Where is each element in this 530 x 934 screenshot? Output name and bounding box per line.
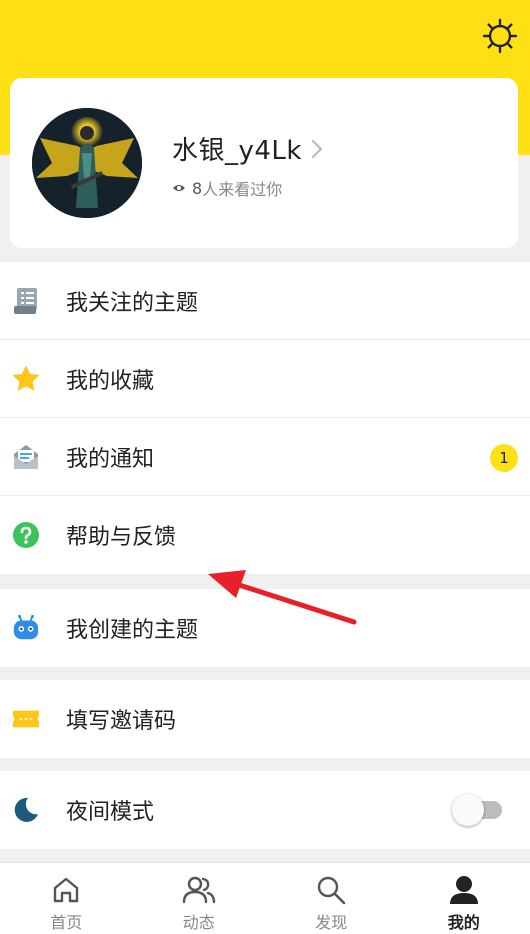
menu-item-notifications[interactable]: 我的通知 1 xyxy=(0,418,530,496)
list-doc-icon xyxy=(12,287,40,315)
menu-item-help-feedback[interactable]: 帮助与反馈 xyxy=(0,496,530,574)
nav-mine[interactable]: 我的 xyxy=(398,863,530,934)
menu-label: 夜间模式 xyxy=(66,800,155,825)
mail-icon xyxy=(12,443,40,471)
menu-group-night: 夜间模式 xyxy=(0,771,530,849)
nav-label: 首页 xyxy=(50,913,83,932)
help-icon xyxy=(12,521,40,549)
username: 水银_y4Lk xyxy=(172,136,302,166)
menu-group-invite: 填写邀请码 xyxy=(0,680,530,758)
menu-item-followed-topics[interactable]: 我关注的主题 xyxy=(0,262,530,340)
menu-label: 我关注的主题 xyxy=(66,290,199,316)
menu-item-night-mode[interactable]: 夜间模式 xyxy=(0,771,530,849)
username-row[interactable]: 水银_y4Lk xyxy=(172,130,324,167)
settings-icon xyxy=(482,18,518,54)
nav-label: 我的 xyxy=(447,913,480,932)
menu-label: 填写邀请码 xyxy=(66,709,177,734)
nav-label: 发现 xyxy=(315,913,348,932)
menu-group-created: 我创建的主题 xyxy=(0,589,530,667)
chevron-right-icon xyxy=(310,138,324,160)
menu-label: 我创建的主题 xyxy=(66,618,199,643)
nav-discover[interactable]: 发现 xyxy=(265,863,398,934)
nav-activity[interactable]: 动态 xyxy=(133,863,266,934)
moon-icon xyxy=(12,796,40,824)
people-icon xyxy=(182,873,216,907)
visitors-label: 人来看过你 xyxy=(202,180,283,199)
user-icon xyxy=(447,873,481,907)
menu-group-main: 我关注的主题 我的收藏 我的通知 1 帮助与反馈 xyxy=(0,262,530,574)
menu-item-created-topics[interactable]: 我创建的主题 xyxy=(0,589,530,667)
home-icon xyxy=(49,873,83,907)
nav-label: 动态 xyxy=(182,913,215,932)
menu-label: 帮助与反馈 xyxy=(66,525,177,550)
star-icon xyxy=(12,365,40,393)
ticket-icon xyxy=(12,705,40,733)
robot-icon xyxy=(12,614,40,642)
nav-home[interactable]: 首页 xyxy=(0,863,133,934)
menu-label: 我的收藏 xyxy=(66,368,155,394)
bottom-nav: 首页 动态 发现 我的 xyxy=(0,862,530,934)
search-icon xyxy=(314,873,348,907)
settings-button[interactable] xyxy=(478,14,522,58)
toggle-knob xyxy=(452,794,484,826)
eye-icon xyxy=(172,183,186,193)
notification-badge: 1 xyxy=(490,444,518,472)
avatar[interactable] xyxy=(32,108,142,218)
menu-label: 我的通知 xyxy=(66,446,155,472)
menu-item-invite-code[interactable]: 填写邀请码 xyxy=(0,680,530,758)
menu-item-favorites[interactable]: 我的收藏 xyxy=(0,340,530,418)
visitors-count: 8 xyxy=(192,178,203,198)
night-mode-toggle[interactable] xyxy=(452,794,502,826)
visitors-row: 8 人来看过你 xyxy=(172,176,282,200)
avatar-image xyxy=(32,108,142,218)
profile-card[interactable]: 水银_y4Lk 8 人来看过你 xyxy=(10,78,518,248)
